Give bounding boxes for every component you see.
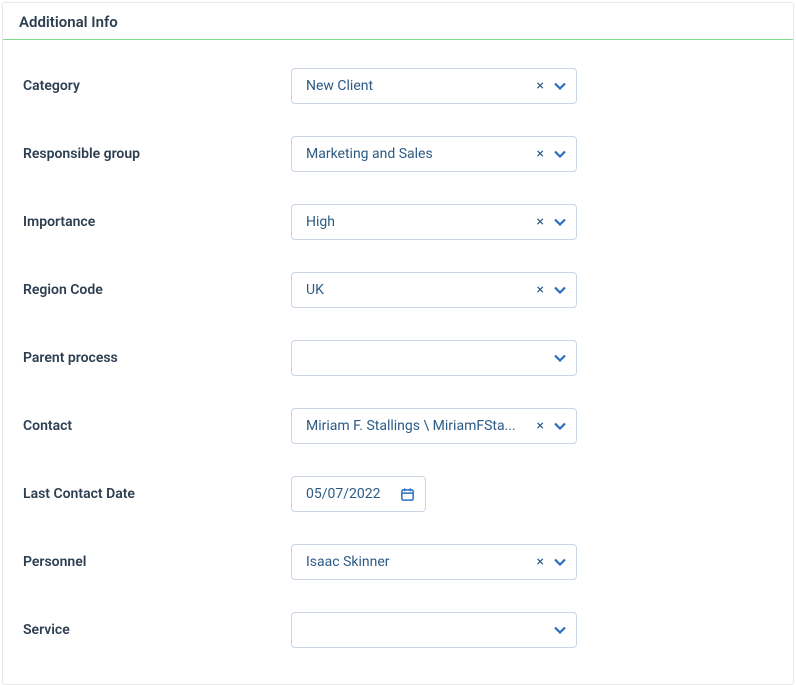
category-dropdown[interactable]: New Client × xyxy=(291,68,577,104)
dropdown-actions: × xyxy=(537,79,566,93)
last-contact-date-value: 05/07/2022 xyxy=(306,486,400,502)
label-region-code: Region Code xyxy=(23,282,291,298)
panel-title: Additional Info xyxy=(3,3,793,40)
importance-value: High xyxy=(306,214,529,230)
responsible-group-value: Marketing and Sales xyxy=(306,146,529,162)
category-value: New Client xyxy=(306,78,529,94)
chevron-down-icon[interactable] xyxy=(554,558,566,566)
row-contact: Contact Miriam F. Stallings \ MiriamFSta… xyxy=(23,392,773,460)
chevron-down-icon[interactable] xyxy=(554,626,566,634)
row-last-contact-date: Last Contact Date 05/07/2022 xyxy=(23,460,773,528)
clear-icon[interactable]: × xyxy=(537,215,544,229)
clear-icon[interactable]: × xyxy=(537,283,544,297)
service-dropdown[interactable] xyxy=(291,612,577,648)
dropdown-actions: × xyxy=(537,555,566,569)
additional-info-panel: Additional Info Category New Client × Re… xyxy=(2,2,794,685)
dropdown-actions xyxy=(554,354,566,362)
last-contact-date-input[interactable]: 05/07/2022 xyxy=(291,476,426,512)
parent-process-dropdown[interactable] xyxy=(291,340,577,376)
row-personnel: Personnel Isaac Skinner × xyxy=(23,528,773,596)
row-category: Category New Client × xyxy=(23,52,773,120)
label-responsible-group: Responsible group xyxy=(23,146,291,162)
panel-body: Category New Client × Responsible group … xyxy=(3,40,793,684)
region-code-value: UK xyxy=(306,282,529,298)
importance-dropdown[interactable]: High × xyxy=(291,204,577,240)
label-personnel: Personnel xyxy=(23,554,291,570)
calendar-icon[interactable] xyxy=(400,487,415,502)
region-code-dropdown[interactable]: UK × xyxy=(291,272,577,308)
chevron-down-icon[interactable] xyxy=(554,422,566,430)
chevron-down-icon[interactable] xyxy=(554,286,566,294)
dropdown-actions: × xyxy=(537,215,566,229)
contact-dropdown[interactable]: Miriam F. Stallings \ MiriamFSta... × xyxy=(291,408,577,444)
label-contact: Contact xyxy=(23,418,291,434)
chevron-down-icon[interactable] xyxy=(554,150,566,158)
row-region-code: Region Code UK × xyxy=(23,256,773,324)
label-importance: Importance xyxy=(23,214,291,230)
label-parent-process: Parent process xyxy=(23,350,291,366)
dropdown-actions xyxy=(554,626,566,634)
chevron-down-icon[interactable] xyxy=(554,82,566,90)
label-last-contact-date: Last Contact Date xyxy=(23,486,291,502)
clear-icon[interactable]: × xyxy=(537,555,544,569)
dropdown-actions: × xyxy=(537,283,566,297)
row-importance: Importance High × xyxy=(23,188,773,256)
dropdown-actions: × xyxy=(537,419,566,433)
row-responsible-group: Responsible group Marketing and Sales × xyxy=(23,120,773,188)
personnel-dropdown[interactable]: Isaac Skinner × xyxy=(291,544,577,580)
row-service: Service xyxy=(23,596,773,664)
row-parent-process: Parent process xyxy=(23,324,773,392)
personnel-value: Isaac Skinner xyxy=(306,554,529,570)
label-service: Service xyxy=(23,622,291,638)
dropdown-actions: × xyxy=(537,147,566,161)
chevron-down-icon[interactable] xyxy=(554,354,566,362)
chevron-down-icon[interactable] xyxy=(554,218,566,226)
responsible-group-dropdown[interactable]: Marketing and Sales × xyxy=(291,136,577,172)
clear-icon[interactable]: × xyxy=(537,147,544,161)
contact-value: Miriam F. Stallings \ MiriamFSta... xyxy=(306,418,529,434)
label-category: Category xyxy=(23,78,291,94)
clear-icon[interactable]: × xyxy=(537,419,544,433)
clear-icon[interactable]: × xyxy=(537,79,544,93)
